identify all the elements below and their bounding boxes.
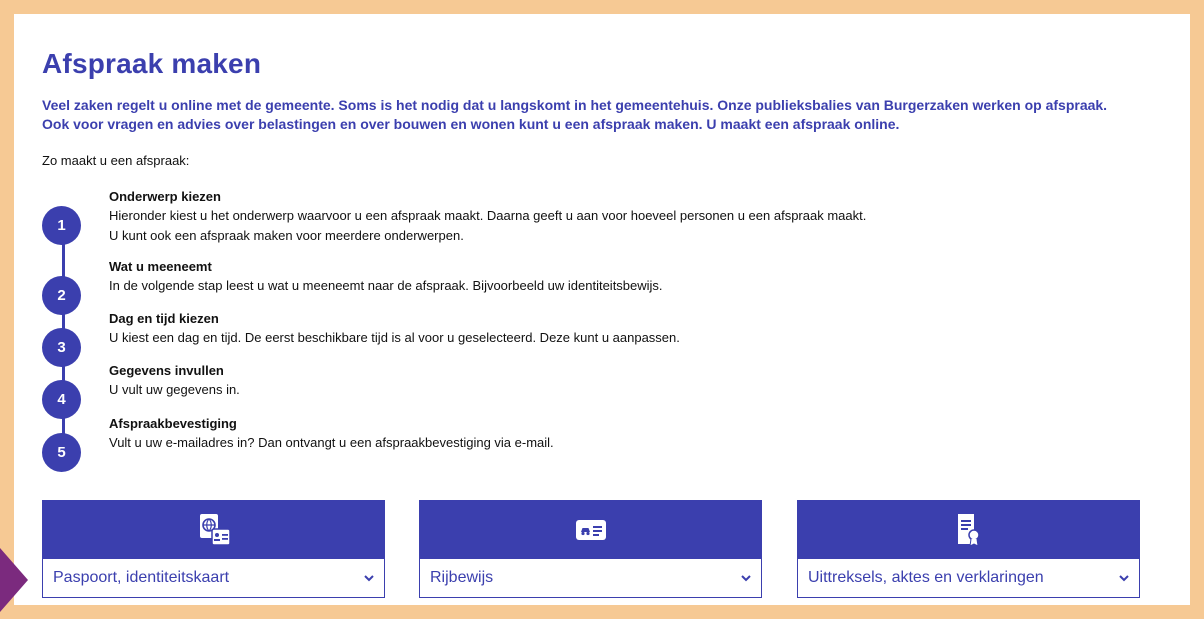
card-label: Paspoort, identiteitskaart — [53, 569, 230, 586]
step-description: In de volgende stap leest u wat u meenee… — [109, 276, 663, 296]
intro-line-2: Ook voor vragen en advies over belasting… — [42, 116, 900, 132]
step-line: U vult uw gegevens in. — [109, 382, 240, 397]
chevron-down-icon — [1119, 571, 1129, 585]
step-number: 4 — [42, 380, 81, 419]
card-select[interactable]: Paspoort, identiteitskaart — [43, 559, 384, 597]
certificate-document-icon — [957, 514, 980, 547]
step-number: 1 — [42, 206, 81, 245]
step-description: Vult u uw e-mailadres in? Dan ontvangt u… — [109, 433, 554, 453]
step-number: 3 — [42, 328, 81, 367]
step-number: 2 — [42, 276, 81, 315]
card-rijbewijs[interactable]: Rijbewijs — [419, 500, 762, 598]
step-title: Gegevens invullen — [109, 363, 224, 378]
page-title: Afspraak maken — [42, 48, 262, 79]
howto-label: Zo maakt u een afspraak: — [42, 153, 190, 168]
intro-line-1: Veel zaken regelt u online met de gemeen… — [42, 97, 1108, 113]
step-description: U kiest een dag en tijd. De eerst beschi… — [109, 328, 680, 348]
card-select[interactable]: Rijbewijs — [420, 559, 761, 597]
step-description: U vult uw gegevens in. — [109, 380, 240, 400]
card-uittreksels[interactable]: Uittreksels, aktes en verklaringen — [797, 500, 1140, 598]
step-title: Dag en tijd kiezen — [109, 311, 219, 326]
step-line: Hieronder kiest u het onderwerp waarvoor… — [109, 208, 867, 223]
card-label: Uittreksels, aktes en verklaringen — [808, 569, 1044, 586]
chevron-down-icon — [741, 571, 751, 585]
step-line: In de volgende stap leest u wat u meenee… — [109, 278, 663, 293]
intro-text: Veel zaken regelt u online met de gemeen… — [42, 96, 1172, 134]
passport-id-icon — [199, 514, 231, 546]
drivers-license-icon — [575, 520, 606, 540]
step-number: 5 — [42, 433, 81, 472]
side-marker — [0, 548, 28, 612]
step-description: Hieronder kiest u het onderwerp waarvoor… — [109, 206, 866, 246]
card-header — [798, 501, 1139, 559]
card-header — [43, 501, 384, 559]
card-label: Rijbewijs — [430, 569, 494, 586]
card-select[interactable]: Uittreksels, aktes en verklaringen — [798, 559, 1139, 597]
card-header — [420, 501, 761, 559]
step-line: Vult u uw e-mailadres in? Dan ontvangt u… — [109, 435, 554, 450]
step-line: U kiest een dag en tijd. De eerst beschi… — [109, 330, 680, 345]
step-title: Afspraakbevestiging — [109, 416, 237, 431]
card-paspoort[interactable]: Paspoort, identiteitskaart — [42, 500, 385, 598]
step-title: Onderwerp kiezen — [109, 189, 221, 204]
chevron-down-icon — [364, 571, 374, 585]
step-line: U kunt ook een afspraak maken voor meerd… — [109, 228, 464, 243]
step-title: Wat u meeneemt — [109, 259, 212, 274]
content-panel: Afspraak maken Veel zaken regelt u onlin… — [14, 14, 1190, 605]
